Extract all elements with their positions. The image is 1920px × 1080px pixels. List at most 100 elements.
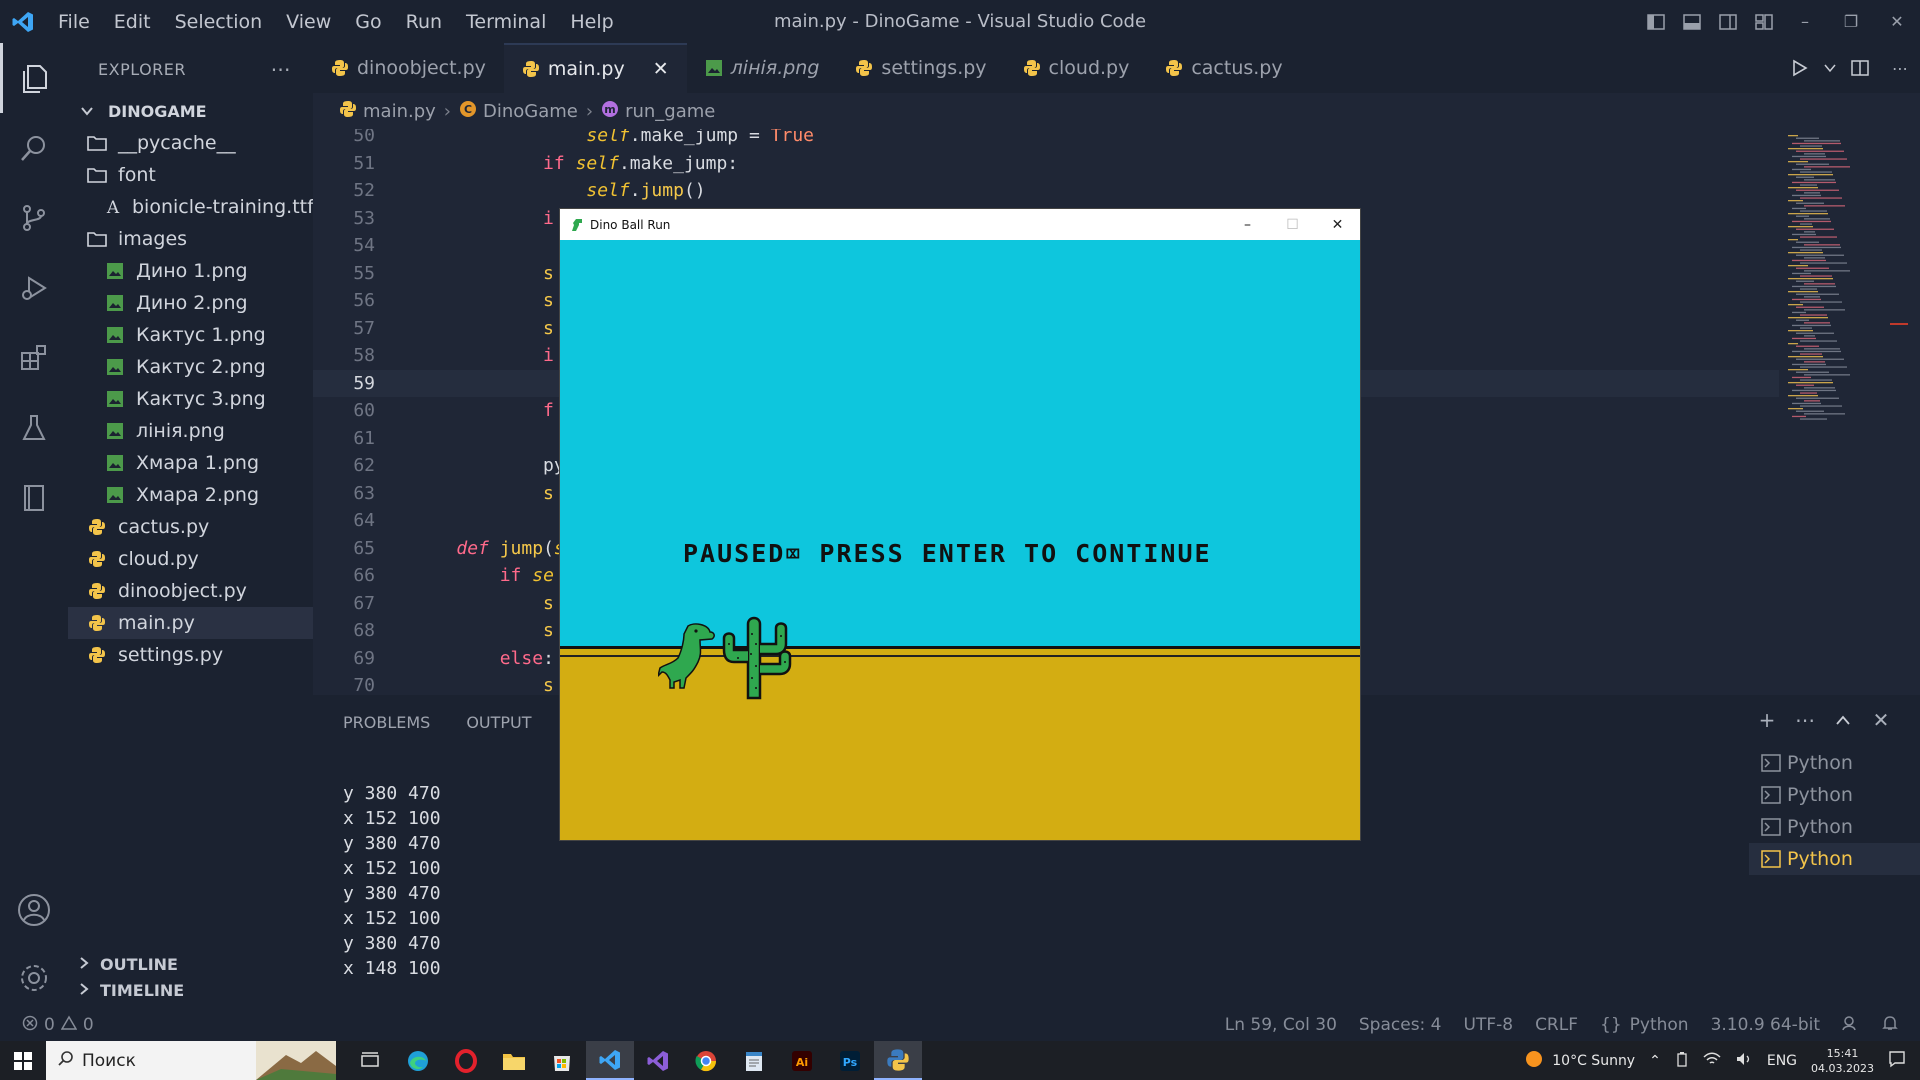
terminal-instance[interactable]: Python: [1749, 779, 1920, 811]
notifications-bell-icon[interactable]: [1882, 1014, 1898, 1037]
game-maximize-button[interactable]: ☐: [1270, 209, 1315, 240]
toggle-secondary-sidebar-icon[interactable]: [1710, 0, 1746, 43]
menu-help[interactable]: Help: [558, 11, 625, 33]
editor-tab[interactable]: cactus.py: [1147, 43, 1300, 93]
terminal-instance[interactable]: Python: [1749, 747, 1920, 779]
notebook-icon[interactable]: [0, 463, 68, 533]
editor-tab[interactable]: cloud.py: [1005, 43, 1148, 93]
illustrator-icon[interactable]: Ai: [778, 1041, 826, 1080]
notification-center-icon[interactable]: [1888, 1050, 1906, 1072]
visual-studio-icon[interactable]: [634, 1041, 682, 1080]
breadcrumb-method[interactable]: run_game: [625, 101, 715, 122]
photoshop-icon[interactable]: Ps: [826, 1041, 874, 1080]
wifi-icon[interactable]: [1703, 1052, 1721, 1070]
editor-tab[interactable]: dinoobject.py: [313, 43, 504, 93]
problems-status[interactable]: 0 0: [0, 1015, 94, 1036]
menu-go[interactable]: Go: [343, 11, 393, 33]
more-actions-icon[interactable]: ⋯: [1880, 59, 1920, 78]
encoding[interactable]: UTF-8: [1464, 1015, 1514, 1035]
split-editor-icon[interactable]: [1840, 60, 1880, 76]
toggle-primary-sidebar-icon[interactable]: [1638, 0, 1674, 43]
minimize-button[interactable]: –: [1782, 0, 1828, 43]
accounts-icon[interactable]: [0, 875, 68, 945]
folder-item[interactable]: __pycache__: [68, 127, 313, 159]
menu-terminal[interactable]: Terminal: [454, 11, 558, 33]
file-item[interactable]: лінія.png: [68, 415, 313, 447]
menu-run[interactable]: Run: [394, 11, 454, 33]
close-panel-icon[interactable]: ✕: [1862, 705, 1900, 735]
search-icon[interactable]: [0, 113, 68, 183]
weather-text[interactable]: 10°C Sunny: [1552, 1053, 1635, 1069]
clock[interactable]: 15:41 04.03.2023: [1811, 1046, 1874, 1076]
show-hidden-icons-icon[interactable]: ⌃: [1649, 1053, 1661, 1069]
run-python-file-icon[interactable]: [1780, 59, 1820, 77]
customize-layout-icon[interactable]: [1746, 0, 1782, 43]
opera-browser-icon[interactable]: [442, 1041, 490, 1080]
weather-sun-icon[interactable]: [1524, 1049, 1544, 1073]
editor-tab[interactable]: main.py ✕: [503, 43, 687, 93]
workspace-root[interactable]: DINOGAME: [68, 95, 313, 127]
folder-item[interactable]: font: [68, 159, 313, 191]
editor-tab[interactable]: settings.py: [837, 43, 1004, 93]
panel-tab-problems[interactable]: PROBLEMS: [343, 713, 430, 732]
file-item[interactable]: Дино 2.png: [68, 287, 313, 319]
python-app-icon[interactable]: [874, 1041, 922, 1080]
terminal-output[interactable]: y 380 470 x 152 100 y 380 470 x 152 100 y 38…: [343, 781, 441, 981]
task-view-icon[interactable]: [346, 1041, 394, 1080]
minimap[interactable]: [1780, 129, 1920, 695]
timeline-section[interactable]: TIMELINE: [68, 974, 313, 1006]
extensions-icon[interactable]: [0, 323, 68, 393]
game-close-button[interactable]: ✕: [1315, 209, 1360, 240]
code-line[interactable]: 50 self.make_jump = True: [313, 129, 1779, 149]
line-ending[interactable]: CRLF: [1535, 1015, 1578, 1035]
close-window-button[interactable]: ✕: [1874, 0, 1920, 43]
folder-item[interactable]: images: [68, 223, 313, 255]
panel-tab-output[interactable]: OUTPUT: [466, 713, 531, 732]
editor-tab[interactable]: лінія.png: [687, 43, 838, 93]
indentation[interactable]: Spaces: 4: [1359, 1015, 1442, 1035]
microsoft-store-icon[interactable]: [538, 1041, 586, 1080]
more-actions-icon[interactable]: ⋯: [271, 57, 292, 81]
volume-icon[interactable]: [1735, 1051, 1753, 1071]
breadcrumb-class[interactable]: DinoGame: [483, 101, 578, 122]
file-item[interactable]: Дино 1.png: [68, 255, 313, 287]
toggle-panel-icon[interactable]: [1674, 0, 1710, 43]
settings-gear-icon[interactable]: [0, 943, 68, 1013]
new-terminal-icon[interactable]: +: [1748, 705, 1786, 735]
file-item[interactable]: Кактус 1.png: [68, 319, 313, 351]
input-language[interactable]: ENG: [1767, 1053, 1797, 1069]
language-mode[interactable]: {} Python: [1600, 1015, 1689, 1035]
menu-file[interactable]: File: [46, 11, 102, 33]
notepad-icon[interactable]: [730, 1041, 778, 1080]
close-tab-icon[interactable]: ✕: [653, 58, 669, 80]
file-item[interactable]: cloud.py: [68, 543, 313, 575]
feedback-icon[interactable]: [1842, 1014, 1860, 1037]
file-item[interactable]: dinoobject.py: [68, 575, 313, 607]
windows-start-icon[interactable]: [0, 1041, 46, 1080]
menu-edit[interactable]: Edit: [102, 11, 163, 33]
source-control-icon[interactable]: [0, 183, 68, 253]
game-minimize-button[interactable]: –: [1225, 209, 1270, 240]
menu-selection[interactable]: Selection: [163, 11, 275, 33]
chrome-browser-icon[interactable]: [682, 1041, 730, 1080]
battery-icon[interactable]: [1675, 1051, 1689, 1071]
file-item[interactable]: main.py: [68, 607, 313, 639]
cursor-position[interactable]: Ln 59, Col 30: [1225, 1015, 1337, 1035]
testing-flask-icon[interactable]: [0, 393, 68, 463]
python-interpreter[interactable]: 3.10.9 64-bit: [1711, 1015, 1820, 1035]
explorer-icon[interactable]: [0, 43, 68, 113]
maximize-panel-icon[interactable]: [1824, 705, 1862, 735]
file-item[interactable]: Abionicle-training.ttf: [68, 191, 314, 223]
taskbar-search[interactable]: Поиск: [46, 1041, 336, 1080]
file-item[interactable]: cactus.py: [68, 511, 313, 543]
edge-browser-icon[interactable]: [394, 1041, 442, 1080]
vscode-taskbar-icon[interactable]: [586, 1041, 634, 1080]
file-item[interactable]: Кактус 2.png: [68, 351, 313, 383]
more-actions-icon[interactable]: ⋯: [1786, 705, 1824, 735]
file-item[interactable]: Кактус 3.png: [68, 383, 313, 415]
chevron-down-icon[interactable]: [1820, 63, 1840, 73]
file-explorer-icon[interactable]: [490, 1041, 538, 1080]
code-line[interactable]: 52 self.jump(): [313, 177, 1779, 204]
file-item[interactable]: Хмара 1.png: [68, 447, 313, 479]
breadcrumb-file[interactable]: main.py: [363, 101, 436, 122]
